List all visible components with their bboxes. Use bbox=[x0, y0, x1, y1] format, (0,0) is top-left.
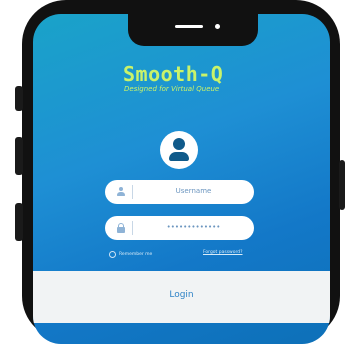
lock-icon bbox=[116, 223, 126, 233]
password-value: ••••••••••••• bbox=[166, 223, 221, 231]
avatar-icon bbox=[160, 131, 198, 169]
mute-switch bbox=[15, 86, 23, 111]
app-screen: Smooth-Q Designed for Virtual Queue User… bbox=[33, 14, 330, 344]
volume-up-button bbox=[15, 137, 23, 175]
login-label: Login bbox=[169, 290, 194, 300]
volume-down-button bbox=[15, 203, 23, 241]
notch bbox=[128, 14, 258, 46]
camera bbox=[215, 24, 220, 29]
power-button bbox=[339, 160, 345, 210]
avatar-head bbox=[173, 138, 185, 150]
login-button[interactable]: Login bbox=[33, 271, 330, 323]
username-field[interactable]: Username bbox=[105, 180, 254, 204]
app-tagline: Designed for Virtual Queue bbox=[124, 85, 220, 93]
speaker bbox=[175, 25, 203, 28]
password-field[interactable]: ••••••••••••• bbox=[105, 216, 254, 240]
remember-me-label: Remember me bbox=[119, 252, 153, 257]
avatar-body bbox=[169, 152, 189, 161]
app-logo-title: Smooth-Q bbox=[123, 62, 224, 86]
remember-me-checkbox[interactable] bbox=[109, 251, 116, 258]
username-placeholder: Username bbox=[175, 187, 212, 195]
forgot-password-link[interactable]: Forgot password? bbox=[203, 250, 243, 255]
remember-me-option[interactable]: Remember me bbox=[109, 251, 152, 258]
user-icon bbox=[116, 187, 126, 197]
